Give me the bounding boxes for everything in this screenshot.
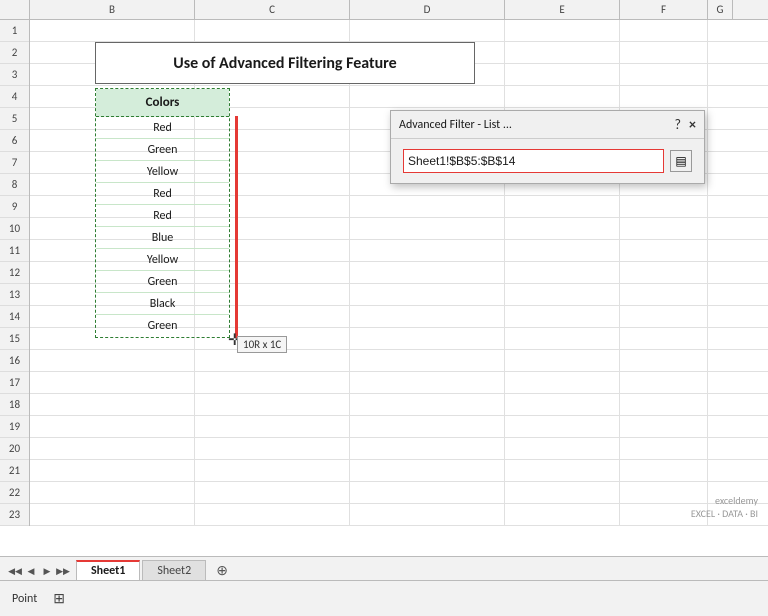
grid-row-20 bbox=[30, 438, 768, 460]
tab-first-arrow[interactable]: ◀◀ bbox=[8, 562, 22, 580]
selection-tooltip: 10R x 1C bbox=[237, 336, 287, 353]
col-header-f: F bbox=[620, 0, 708, 19]
row-num-8: 8 bbox=[0, 174, 29, 196]
row-num-3: 3 bbox=[0, 64, 29, 86]
row-num-19: 19 bbox=[0, 416, 29, 438]
collapse-dialog-button[interactable]: ▤ bbox=[670, 150, 692, 172]
row-num-15: 15 bbox=[0, 328, 29, 350]
row-numbers: 1 2 3 4 5 6 7 8 9 10 11 12 13 14 15 16 1… bbox=[0, 20, 30, 526]
watermark-line2: EXCEL · DATA · BI bbox=[691, 507, 758, 520]
row-num-23: 23 bbox=[0, 504, 29, 526]
add-sheet-button[interactable]: ⊕ bbox=[212, 560, 232, 580]
colors-table-header: Colors bbox=[96, 89, 229, 117]
col-header-g: G bbox=[708, 0, 733, 19]
dialog-input-row: ▤ bbox=[403, 149, 692, 173]
grid-row-22 bbox=[30, 482, 768, 504]
col-header-b: B bbox=[30, 0, 195, 19]
list-range-input[interactable] bbox=[403, 149, 664, 173]
sheet-tab-sheet2[interactable]: Sheet2 bbox=[142, 560, 206, 580]
row-num-20: 20 bbox=[0, 438, 29, 460]
col-header-c: C bbox=[195, 0, 350, 19]
row-num-12: 12 bbox=[0, 262, 29, 284]
row-num-22: 22 bbox=[0, 482, 29, 504]
row-num-7: 7 bbox=[0, 152, 29, 174]
row-num-1: 1 bbox=[0, 20, 29, 42]
colors-cell-black[interactable]: Black bbox=[96, 293, 229, 315]
dialog-title: Advanced Filter - List ... bbox=[399, 118, 512, 132]
row-num-13: 13 bbox=[0, 284, 29, 306]
collapse-icon: ▤ bbox=[675, 154, 686, 169]
page-title: Use of Advanced Filtering Feature bbox=[173, 54, 396, 73]
sheet-tab-sheet1[interactable]: Sheet1 bbox=[76, 560, 140, 580]
column-headers: B C D E F G bbox=[0, 0, 768, 20]
row-num-10: 10 bbox=[0, 218, 29, 240]
grid-row-16 bbox=[30, 350, 768, 372]
row-num-21: 21 bbox=[0, 460, 29, 482]
dialog-window-controls: ? × bbox=[675, 116, 696, 133]
col-header-d: D bbox=[350, 0, 505, 19]
row-num-14: 14 bbox=[0, 306, 29, 328]
grid-row-21 bbox=[30, 460, 768, 482]
colors-cell-green2[interactable]: Green bbox=[96, 271, 229, 293]
grid-row-18 bbox=[30, 394, 768, 416]
advanced-filter-dialog: Advanced Filter - List ... ? × ▤ bbox=[390, 110, 705, 184]
row-num-18: 18 bbox=[0, 394, 29, 416]
title-box: Use of Advanced Filtering Feature bbox=[95, 42, 475, 84]
colors-table: Colors Red Green Yellow Red Red Blue Yel… bbox=[95, 88, 230, 338]
dialog-help-button[interactable]: ? bbox=[675, 116, 682, 133]
sheet-tabs-bar: ◀◀ ◀ ▶ ▶▶ Sheet1 Sheet2 ⊕ bbox=[0, 556, 768, 580]
grid-row-19 bbox=[30, 416, 768, 438]
colors-cell-blue[interactable]: Blue bbox=[96, 227, 229, 249]
row-num-9: 9 bbox=[0, 196, 29, 218]
tab-nav-arrows: ◀◀ ◀ ▶ ▶▶ bbox=[8, 562, 70, 580]
col-header-e: E bbox=[505, 0, 620, 19]
dialog-close-button[interactable]: × bbox=[689, 116, 696, 133]
statusbar: Point ⊞ bbox=[0, 580, 768, 616]
status-mode-label: Point bbox=[0, 592, 49, 606]
watermark: exceldemy EXCEL · DATA · BI bbox=[691, 494, 758, 520]
colors-cell-red2[interactable]: Red bbox=[96, 183, 229, 205]
tab-prev-arrow[interactable]: ◀ bbox=[24, 562, 38, 580]
row-num-17: 17 bbox=[0, 372, 29, 394]
row-num-16: 16 bbox=[0, 350, 29, 372]
colors-cell-yellow2[interactable]: Yellow bbox=[96, 249, 229, 271]
colors-cell-red3[interactable]: Red bbox=[96, 205, 229, 227]
watermark-line1: exceldemy bbox=[691, 494, 758, 507]
row-num-4: 4 bbox=[0, 86, 29, 108]
colors-cell-yellow1[interactable]: Yellow bbox=[96, 161, 229, 183]
col-header-a bbox=[0, 0, 30, 19]
tab-last-arrow[interactable]: ▶▶ bbox=[56, 562, 70, 580]
colors-cell-green1[interactable]: Green bbox=[96, 139, 229, 161]
status-icon: ⊞ bbox=[53, 590, 65, 607]
spreadsheet: B C D E F G 1 2 3 4 5 6 7 8 9 10 11 12 1… bbox=[0, 0, 768, 580]
row-num-2: 2 bbox=[0, 42, 29, 64]
grid-row-17 bbox=[30, 372, 768, 394]
tab-next-arrow[interactable]: ▶ bbox=[40, 562, 54, 580]
dialog-titlebar: Advanced Filter - List ... ? × bbox=[391, 111, 704, 139]
colors-cell-red1[interactable]: Red bbox=[96, 117, 229, 139]
dialog-body: ▤ bbox=[391, 139, 704, 183]
selection-border-vertical bbox=[235, 116, 238, 338]
grid-row-1 bbox=[30, 20, 768, 42]
row-num-11: 11 bbox=[0, 240, 29, 262]
row-num-5: 5 bbox=[0, 108, 29, 130]
colors-cell-green3[interactable]: Green bbox=[96, 315, 229, 337]
row-num-6: 6 bbox=[0, 130, 29, 152]
grid-row-23 bbox=[30, 504, 768, 526]
